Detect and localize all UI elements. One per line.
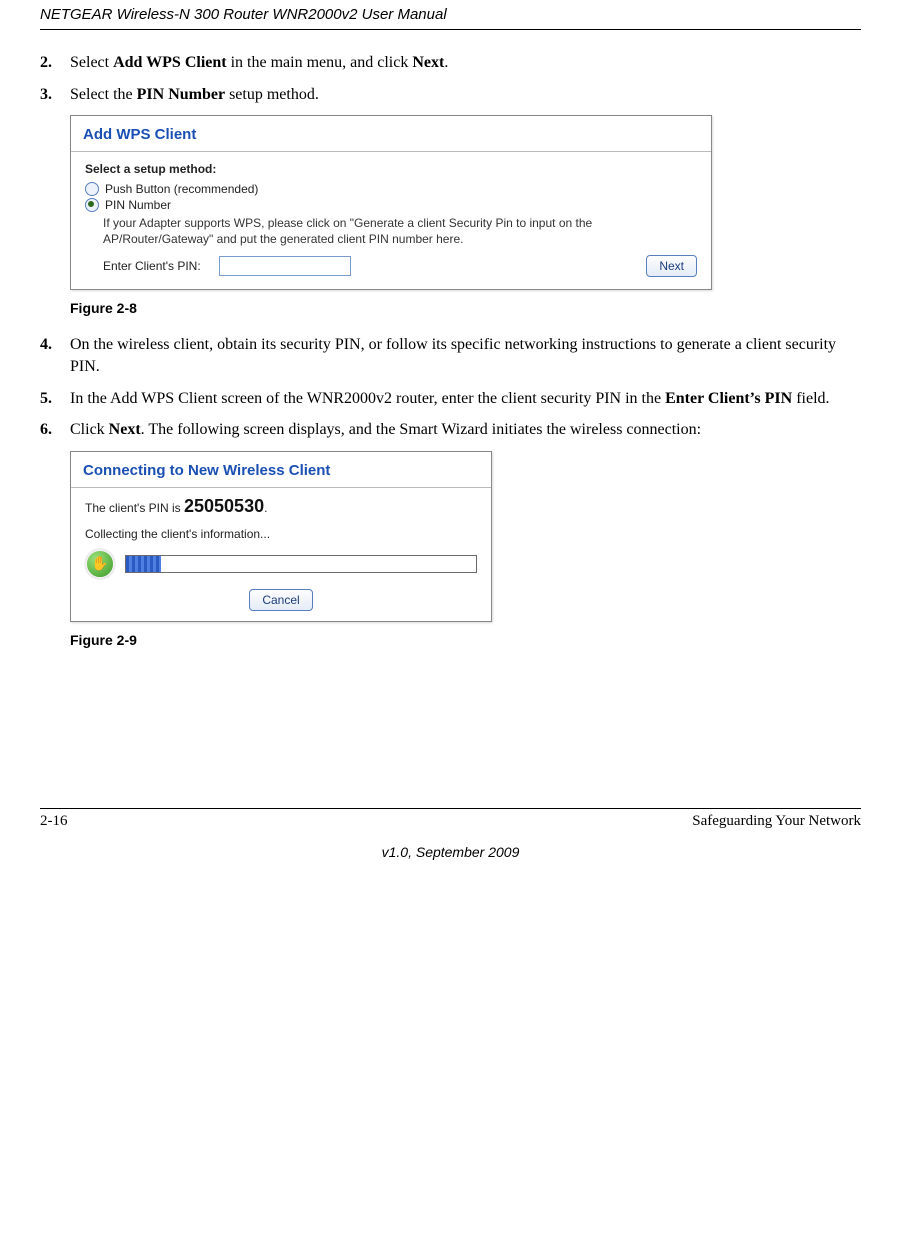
panel-title: Add WPS Client [71,116,711,152]
step-body: Select Add WPS Client in the main menu, … [70,52,861,74]
step-body: Click Next. The following screen display… [70,419,861,441]
radio-icon [85,198,99,212]
doc-version: v1.0, September 2009 [40,844,861,860]
step-number: 5. [40,388,70,410]
step-2: 2. Select Add WPS Client in the main men… [40,52,861,74]
text: . [444,54,448,71]
text: Select the [70,86,137,103]
client-pin-input[interactable] [219,256,351,276]
radio-push-button[interactable]: Push Button (recommended) [85,182,697,196]
progress-fill [126,556,161,572]
text-bold: Next [109,421,141,438]
text-bold: Add WPS Client [113,54,227,71]
figure-2-8-image: Add WPS Client Select a setup method: Pu… [70,115,861,290]
text: Click [70,421,109,438]
page-number: 2-16 [40,813,68,830]
step-3: 3. Select the PIN Number setup method. [40,84,861,106]
cancel-button[interactable]: Cancel [249,589,312,611]
page-footer: 2-16 Safeguarding Your Network [40,808,861,830]
text-bold: Next [412,54,444,71]
step-number: 2. [40,52,70,74]
select-method-heading: Select a setup method: [85,162,697,176]
text: In the Add WPS Client screen of the WNR2… [70,390,665,407]
step-body: Select the PIN Number setup method. [70,84,861,106]
client-pin-value: 25050530 [184,496,264,516]
step-number: 6. [40,419,70,441]
step-6: 6. Click Next. The following screen disp… [40,419,861,441]
page-header: NETGEAR Wireless-N 300 Router WNR2000v2 … [40,0,861,30]
text: . The following screen displays, and the… [141,421,701,438]
text-bold: Enter Client’s PIN [665,390,792,407]
text: in the main menu, and click [227,54,413,71]
step-number: 3. [40,84,70,106]
figure-caption-2-8: Figure 2-8 [70,300,861,316]
radio-label: PIN Number [105,198,171,212]
figure-caption-2-9: Figure 2-9 [70,632,861,648]
text-bold: PIN Number [137,86,225,103]
add-wps-client-panel: Add WPS Client Select a setup method: Pu… [70,115,712,290]
enter-pin-label: Enter Client's PIN: [103,259,201,273]
next-button[interactable]: Next [646,255,697,277]
collecting-text: Collecting the client's information... [71,519,491,543]
wps-icon: ✋ [85,549,115,579]
text: Select [70,54,113,71]
text: setup method. [225,86,319,103]
radio-pin-number[interactable]: PIN Number [85,198,697,212]
text: The client's PIN is [85,501,184,515]
connecting-panel: Connecting to New Wireless Client The cl… [70,451,492,622]
pin-help-text: If your Adapter supports WPS, please cli… [103,216,697,247]
radio-icon [85,182,99,196]
panel-title: Connecting to New Wireless Client [71,452,491,488]
step-body: On the wireless client, obtain its secur… [70,334,861,377]
step-4: 4. On the wireless client, obtain its se… [40,334,861,377]
figure-2-9-image: Connecting to New Wireless Client The cl… [70,451,861,622]
step-body: In the Add WPS Client screen of the WNR2… [70,388,861,410]
text: . [264,501,267,515]
progress-bar [125,555,477,573]
step-5: 5. In the Add WPS Client screen of the W… [40,388,861,410]
section-title: Safeguarding Your Network [692,813,861,830]
radio-label: Push Button (recommended) [105,182,258,196]
text: field. [792,390,829,407]
step-number: 4. [40,334,70,377]
client-pin-line: The client's PIN is 25050530. [71,488,491,519]
